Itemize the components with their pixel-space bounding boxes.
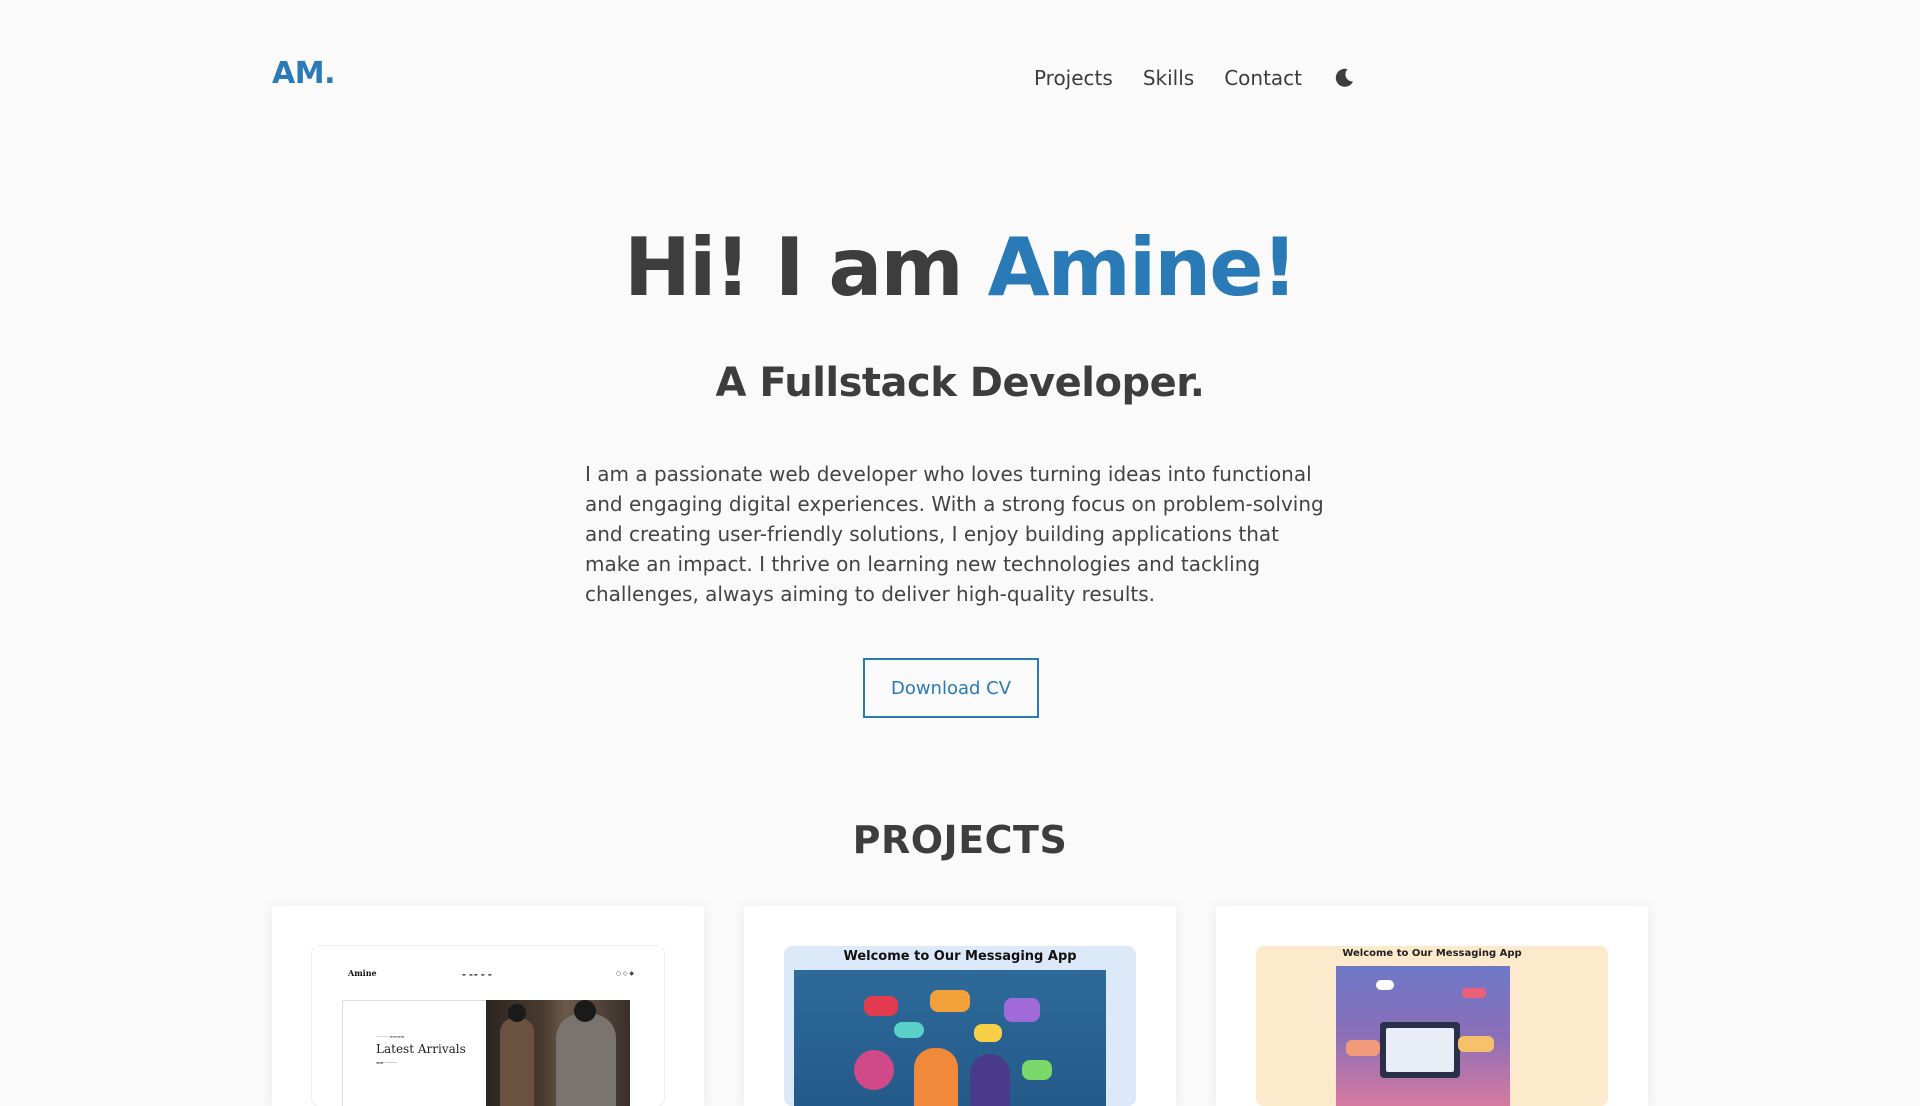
thumb-photo [486,1000,630,1106]
main-nav: Projects Skills Contact [1004,66,1356,90]
nav-skills[interactable]: Skills [1143,66,1194,90]
hero-subtitle: A Fullstack Developer. [715,360,1205,406]
project-thumbnail[interactable]: Amine ▬ ▬▬ ▬ ▬ ○ ◇ ◆ ——— ▬▬▬▬ Latest Arr… [312,946,664,1106]
nav-contact[interactable]: Contact [1224,66,1302,90]
thumb-nav: ▬ ▬▬ ▬ ▬ [462,972,493,977]
project-thumbnail[interactable]: Welcome to Our Messaging App [784,946,1136,1106]
project-card[interactable]: Amine ▬ ▬▬ ▬ ▬ ○ ◇ ◆ ——— ▬▬▬▬ Latest Arr… [272,906,704,1106]
project-card[interactable]: Welcome to Our Messaging App [744,906,1176,1106]
hero-name: Amine! [987,221,1298,314]
projects-title: PROJECTS [852,818,1068,862]
thumb-icons: ○ ◇ ◆ [615,970,634,977]
thumb-heading: Latest Arrivals [376,1042,466,1056]
thumb-divider: ——— ▬▬▬▬ [376,1034,405,1039]
moon-icon[interactable] [1332,66,1356,90]
hero-greeting: Hi! I am [624,221,988,314]
thumb-caption: Welcome to Our Messaging App [843,949,1077,964]
nav-projects[interactable]: Projects [1034,66,1113,90]
project-thumbnail[interactable]: Welcome to Our Messaging App [1256,946,1608,1106]
thumb-illustration [1336,966,1510,1106]
hero-description: I am a passionate web developer who love… [585,462,1324,606]
thumb-brand: Amine [348,968,377,978]
thumb-illustration [794,970,1106,1106]
project-card[interactable]: Welcome to Our Messaging App [1216,906,1648,1106]
thumb-caption: Welcome to Our Messaging App [1342,948,1522,959]
thumb-shop-line: ▬▬ ——— [376,1060,397,1065]
download-cv-button[interactable]: Download CV [863,658,1039,718]
hero-title: Hi! I am Amine! [0,218,1920,318]
logo[interactable]: AM. [272,56,335,91]
